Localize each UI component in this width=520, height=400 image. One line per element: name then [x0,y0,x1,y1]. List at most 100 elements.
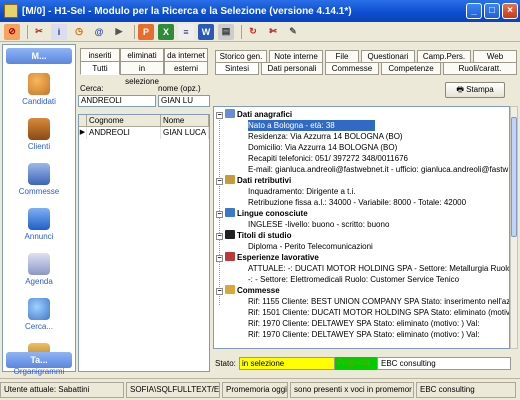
collapse-icon[interactable]: − [216,233,223,240]
tree-item[interactable]: ATTUALE: -: DUCATI MOTOR HOLDING SPA - S… [248,263,509,274]
tab-esterni[interactable]: esterni [164,61,208,75]
tree-item-label: Diploma - Perito Telecomunicazioni [248,242,373,251]
tree-item[interactable]: -: - Settore: Elettromedicali Ruolo: Cus… [248,274,459,285]
tree-section[interactable]: − Dati anagrafici [216,109,292,120]
sidebar-item-label: Clienti [27,142,51,151]
maximize-button[interactable]: □ [484,3,500,19]
close-button[interactable]: × [502,3,518,19]
minimize-button[interactable]: _ [466,3,482,19]
search-icon [28,298,50,320]
tree-item[interactable]: Rif: 1501 Cliente: DUCATI MOTOR HOLDING … [248,307,509,318]
scissors-icon[interactable]: ✄ [265,24,281,40]
tree-item[interactable]: Domicilio: Via Azzurra 14 BOLOGNA (BO) [248,142,397,153]
section-icon [225,252,235,261]
sidebar-item-label: Annunci [24,232,54,241]
candidate-list-panel: inseriti eliminati da internet Tutti in … [78,44,210,372]
doc-icon[interactable]: ≡ [178,23,194,40]
clock-icon[interactable]: ◷ [71,24,87,40]
tab-in-selezione[interactable]: in selezione [120,61,164,86]
tab-dati-personali[interactable]: Dati personali [261,62,323,75]
scrollbar-thumb[interactable] [511,117,517,237]
tree-item[interactable]: Diploma - Perito Telecomunicazioni [248,241,373,252]
refresh-icon[interactable]: ↻ [245,24,261,40]
tree-item[interactable]: E-mail: gianluca.andreoli@fastwebnet.it … [248,164,508,175]
excel-icon[interactable]: X [158,23,174,40]
collapse-icon[interactable]: − [216,178,223,185]
toolbar-separator [134,24,135,39]
collapse-icon[interactable]: − [216,255,223,262]
sidebar-footer[interactable]: Ta... [6,352,72,368]
sidebar-item-commesse[interactable]: Commesse [3,157,75,202]
email-icon[interactable]: @ [91,24,107,40]
tree-item[interactable]: Inquadramento: Dirigente a t.i. [248,186,356,197]
tab-competenze[interactable]: Competenze [381,62,441,75]
tree-item-label: Domicilio: Via Azzurra 14 BOLOGNA (BO) [248,143,398,152]
grid-header: Cognome Nome [79,115,209,127]
sidebar-item-annunci[interactable]: Annunci [3,202,75,247]
title-bar: [M/0] - H1-Sel - Modulo per la Ricerca e… [0,0,520,22]
tree-item-label: Esperienze lavorative [237,253,319,262]
notes-icon[interactable]: ✎ [285,24,301,40]
tree-item[interactable]: Rif: 1970 Cliente: DELTAWEY SPA Stato: e… [248,318,480,329]
sidebar-item-candidati[interactable]: Candidati [3,67,75,112]
sidebar-item-clienti[interactable]: Clienti [3,112,75,157]
sidebar-item-agenda[interactable]: Agenda [3,247,75,292]
candidate-detail-panel: Storico gen. Note interne File Questiona… [213,44,518,372]
tree-item-label: -: - Settore: Elettromedicali Ruolo: Cus… [248,275,460,284]
tab-inseriti[interactable]: inseriti [80,48,120,62]
collapse-icon[interactable]: − [216,112,223,119]
tree-item[interactable]: Rif: 1155 Cliente: BEST UNION COMPANY SP… [248,296,509,307]
tree-section[interactable]: − Commesse [216,285,280,296]
column-header-nome[interactable]: Nome [161,115,209,126]
app-icon [4,4,18,18]
table-row[interactable]: ▶ ANDREOLI GIAN LUCA [79,127,209,139]
tab-da-internet[interactable]: da internet [164,48,208,62]
column-header-cognome[interactable]: Cognome [87,115,161,126]
info-icon[interactable]: i [51,23,67,40]
tree-item-label: Rif: 1970 Cliente: DELTAWEY SPA Stato: e… [248,319,480,328]
tools-icon[interactable]: ✂ [31,24,47,40]
tree-section[interactable]: − Titoli di studio [216,230,292,241]
tree-section[interactable]: − Lingue conosciute [216,208,308,219]
tree-item[interactable]: Retribuzione fissa a.l.: 34000 - Variabi… [248,197,466,208]
collapse-icon[interactable]: − [216,211,223,218]
tree-item-label: Recapiti telefonici: 051/ 397272 348/001… [248,154,408,163]
tree-item-label: Residenza: Via Azzurra 14 BOLOGNA (BO) [248,132,403,141]
tab-commesse[interactable]: Commesse [325,62,379,75]
row-indicator-header [79,115,87,126]
tab-sintesi[interactable]: Sintesi [215,62,259,75]
stato-label: Stato: [215,358,236,368]
section-icon [225,109,235,118]
tree-item[interactable]: Nato a Bologna - età: 38 [248,120,375,131]
surname-search-input[interactable]: ANDREOLI [78,95,156,107]
name-search-input[interactable]: GIAN LU [158,95,210,107]
tree-item-label: INGLESE -livello: buono - scritto: buono [248,220,390,229]
proprieta-value: EBC consulting [377,356,511,370]
sidebar-header[interactable]: M... [6,48,72,64]
ppt-icon[interactable]: P [138,23,154,40]
tree-item-label: Lingue conosciute [237,209,308,218]
tab-eliminati[interactable]: eliminati [120,48,164,62]
tab-tutti[interactable]: Tutti [80,61,120,75]
tree-item[interactable]: Residenza: Via Azzurra 14 BOLOGNA (BO) [248,131,403,142]
play-icon[interactable]: ▶ [111,24,127,40]
toolbar-separator [27,24,28,39]
sidebar-item-label: Organigrammi [13,367,65,376]
tab-ruoli-caratt[interactable]: Ruoli/caratt. [443,62,517,75]
row-pointer-icon: ▶ [79,127,87,139]
tree-item-label: Inquadramento: Dirigente a t.i. [248,187,356,196]
sidebar-item-cerca[interactable]: Cerca... [3,292,75,337]
status-promemoria[interactable]: Promemoria oggi [222,381,288,398]
stampa-button[interactable]: 🖶 Stampa [445,82,505,98]
logout-icon[interactable]: ⊘ [4,23,20,40]
tree-section[interactable]: − Dati retributivi [216,175,291,186]
tree-section[interactable]: − Esperienze lavorative [216,252,319,263]
book-icon[interactable]: ▤ [218,23,234,40]
sidebar-item-label: Cerca... [24,322,53,331]
vertical-scrollbar[interactable] [510,106,518,349]
tree-item[interactable]: Recapiti telefonici: 051/ 397272 348/001… [248,153,408,164]
collapse-icon[interactable]: − [216,288,223,295]
tree-item[interactable]: INGLESE -livello: buono - scritto: buono [248,219,389,230]
tree-item[interactable]: Rif: 1970 Cliente: DELTAWEY SPA Stato: e… [248,329,480,340]
word-icon[interactable]: W [198,23,214,40]
